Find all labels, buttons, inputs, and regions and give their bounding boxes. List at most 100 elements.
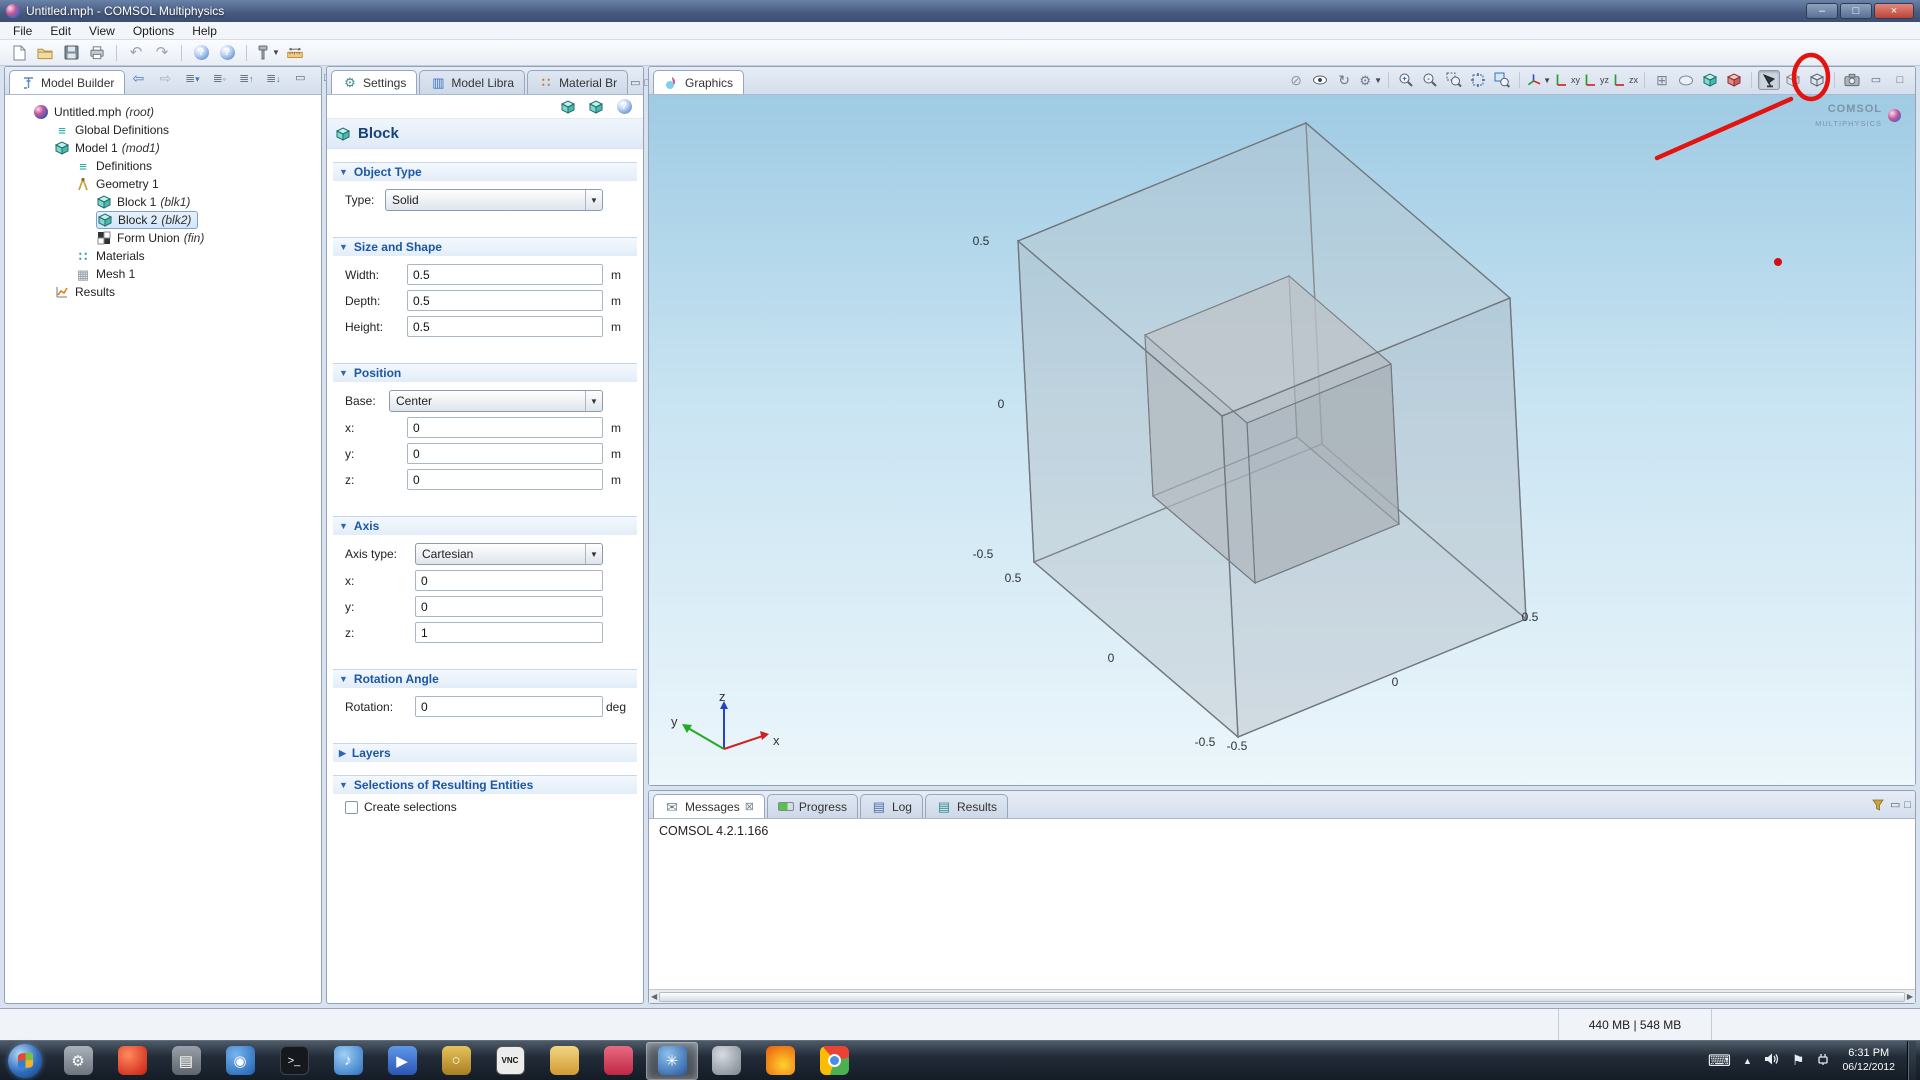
tree-item-untitled-mph[interactable]: Untitled.mph (root): [33, 103, 321, 121]
zoom-to-selection-button[interactable]: [1491, 70, 1513, 90]
field-input[interactable]: [407, 443, 603, 464]
tree-item-form-union[interactable]: Form Union (fin): [96, 229, 321, 247]
taskbar-app-system-gear[interactable]: ⚙: [52, 1042, 104, 1080]
build-all-button[interactable]: [585, 96, 607, 118]
axis-type-dropdown[interactable]: Cartesian▼: [415, 543, 603, 565]
image-snapshot-button[interactable]: [1841, 70, 1863, 90]
selections-section-header[interactable]: ▼Selections of Resulting Entities: [333, 775, 637, 794]
network-plug-icon[interactable]: [1816, 1052, 1830, 1069]
start-button[interactable]: [8, 1044, 42, 1078]
axis-section-header[interactable]: ▼Axis: [333, 516, 637, 535]
volume-icon[interactable]: [1764, 1052, 1780, 1069]
menu-view[interactable]: View: [80, 23, 124, 39]
taskbar-app-file-manager[interactable]: [538, 1042, 590, 1080]
tree-item-block-2[interactable]: Block 2 (blk2): [96, 211, 198, 229]
minimize-panel-button[interactable]: ▭: [1865, 70, 1887, 90]
keyboard-icon[interactable]: ⌨: [1708, 1051, 1731, 1071]
type-dropdown[interactable]: Solid▼: [385, 189, 603, 211]
taskbar-clock[interactable]: 6:31 PM 06/12/2012: [1842, 1046, 1895, 1075]
show-material-color-button[interactable]: [1699, 70, 1721, 90]
maximize-panel-button[interactable]: □: [1889, 70, 1911, 90]
field-input[interactable]: [407, 417, 603, 438]
tree-item-materials[interactable]: ∷ Materials: [75, 247, 321, 265]
field-input[interactable]: [415, 622, 603, 643]
show-options-button[interactable]: ≣▾: [181, 67, 203, 89]
go-to-zx-view-button[interactable]: zx: [1611, 70, 1638, 90]
tree-item-global-definitions[interactable]: ≡ Global Definitions: [54, 121, 321, 139]
tab-material-br[interactable]: ∷ Material Br: [527, 70, 628, 94]
menu-edit[interactable]: Edit: [41, 23, 80, 39]
maximize-panel-button[interactable]: □: [1904, 800, 1911, 811]
tree-item-definitions[interactable]: ≡ Definitions: [75, 157, 321, 175]
taskbar-app-video-player[interactable]: ▶: [376, 1042, 428, 1080]
tab-log[interactable]: ▤ Log: [860, 794, 923, 818]
zoom-box-button[interactable]: [1443, 70, 1465, 90]
action-center-flag-icon[interactable]: ⚑: [1792, 1052, 1805, 1069]
scene-light-button[interactable]: [1758, 70, 1780, 90]
chevron-down-icon[interactable]: ▼: [585, 544, 602, 564]
tree-item-geometry-1[interactable]: Geometry 1: [75, 175, 321, 193]
field-input[interactable]: [407, 264, 603, 285]
open-file-button[interactable]: [34, 42, 56, 64]
show-selection-colors-button[interactable]: [1723, 70, 1745, 90]
move-down-button[interactable]: ≣↓: [262, 67, 284, 89]
go-back-button[interactable]: ⇦: [127, 67, 149, 89]
field-input[interactable]: [415, 696, 603, 717]
transparency-button[interactable]: [1782, 70, 1804, 90]
build-selected-button[interactable]: [557, 96, 579, 118]
close-tab-icon[interactable]: ⊠: [745, 800, 754, 813]
scrollbar-thumb[interactable]: [659, 992, 1905, 1002]
projection-button[interactable]: [1675, 70, 1697, 90]
new-file-button[interactable]: [8, 42, 30, 64]
chevron-down-icon[interactable]: ▼: [1374, 76, 1382, 85]
undo-button[interactable]: ↶: [125, 42, 147, 64]
graphics-canvas[interactable]: z y x 0.50-0.50.50-0.5-0.500.5 COMSOL MU…: [649, 95, 1915, 785]
tab-model-libra[interactable]: ▥ Model Libra: [419, 70, 525, 94]
minimize-panel-button[interactable]: ▭: [1890, 800, 1900, 811]
tree-item-model-1[interactable]: Model 1 (mod1): [54, 139, 321, 157]
field-input[interactable]: [415, 596, 603, 617]
position-section-header[interactable]: ▼Position: [333, 363, 637, 382]
taskbar-app-comsol-multiphysics[interactable]: ✳: [646, 1042, 698, 1080]
rotation-section-header[interactable]: ▼Rotation Angle: [333, 669, 637, 688]
documentation-button[interactable]: ?: [216, 42, 238, 64]
tree-item-mesh-1[interactable]: ▦ Mesh 1: [75, 265, 321, 283]
model-builder-tab[interactable]: Model Builder: [9, 70, 125, 94]
taskbar-app-terminal[interactable]: >_: [268, 1042, 320, 1080]
move-up-button[interactable]: ≣↑: [235, 67, 257, 89]
menu-help[interactable]: Help: [183, 23, 226, 39]
horizontal-scrollbar[interactable]: ◀ ▶: [649, 989, 1915, 1003]
print-button[interactable]: [86, 42, 108, 64]
go-to-yz-view-button[interactable]: yz: [1582, 70, 1609, 90]
go-forward-button[interactable]: ⇨: [154, 67, 176, 89]
chevron-down-icon[interactable]: ▼: [1543, 76, 1551, 85]
clear-plot-button[interactable]: ▼: [255, 42, 280, 64]
field-input[interactable]: [407, 290, 603, 311]
redo-button[interactable]: ↷: [151, 42, 173, 64]
hide-selected-button[interactable]: ⊘: [1285, 70, 1307, 90]
taskbar-app-archive-manager[interactable]: ▤: [160, 1042, 212, 1080]
menu-file[interactable]: File: [4, 23, 41, 39]
scroll-right-arrow[interactable]: ▶: [1907, 992, 1913, 1001]
taskbar-app-globe-app[interactable]: [700, 1042, 752, 1080]
go-to-default-3d-view-button[interactable]: ▼: [1526, 70, 1551, 90]
tree-item-results[interactable]: Results: [54, 283, 321, 301]
reset-hiding-button[interactable]: ↻: [1333, 70, 1355, 90]
field-input[interactable]: [407, 316, 603, 337]
size-section-header[interactable]: ▼Size and Shape: [333, 237, 637, 256]
zoom-in-button[interactable]: +: [1395, 70, 1417, 90]
view-options-button[interactable]: ⚙▼: [1357, 70, 1382, 90]
tab-progress[interactable]: Progress: [767, 794, 858, 818]
chevron-down-icon[interactable]: ▼: [585, 391, 602, 411]
zoom-extents-button[interactable]: [1467, 70, 1489, 90]
create-selections-checkbox[interactable]: [345, 801, 358, 814]
taskbar-app-chrome[interactable]: [808, 1042, 860, 1080]
maximize-window-button[interactable]: □: [1840, 3, 1872, 19]
minimize-window-button[interactable]: –: [1806, 3, 1838, 19]
base-dropdown[interactable]: Center▼: [389, 390, 603, 412]
field-input[interactable]: [407, 469, 603, 490]
toggle-node-visibility-button[interactable]: ≣◦: [208, 67, 230, 89]
minimize-panel-button[interactable]: ▭: [289, 67, 311, 89]
layers-section-header[interactable]: ▶Layers: [333, 743, 637, 762]
dynamic-help-button[interactable]: ?: [613, 96, 635, 118]
